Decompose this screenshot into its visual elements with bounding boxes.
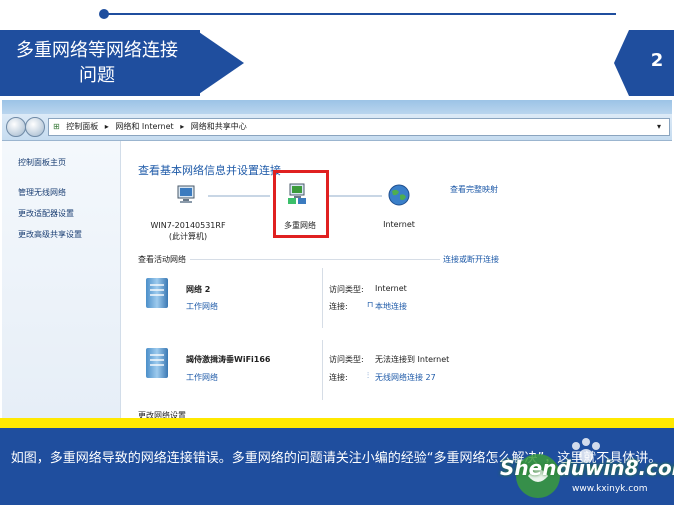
- connection-link[interactable]: 本地连接: [375, 301, 407, 312]
- ethernet-icon: ⊓: [367, 300, 374, 309]
- active-networks-heading: 查看活动网络: [138, 255, 186, 264]
- slide-title: 多重网络等网络连接问题: [16, 40, 178, 86]
- breadcrumb-control-panel[interactable]: 控制面板: [66, 122, 98, 131]
- connect-disconnect-link[interactable]: 连接或断开连接: [443, 254, 499, 265]
- multiple-networks-icon[interactable]: [286, 182, 310, 206]
- title-arrow: [196, 30, 244, 96]
- map-connector: [326, 195, 382, 197]
- map-connector: [208, 195, 270, 197]
- main-heading: 查看基本网络信息并设置连接: [138, 164, 281, 177]
- sidebar-item-home[interactable]: 控制面板主页: [18, 157, 66, 168]
- watermark-text: Shenduwin8.com: [500, 456, 674, 480]
- network-name: 謁侍激揖涛垂WiFi166: [186, 355, 271, 364]
- connection-label: 连接:: [329, 302, 348, 311]
- slide-number: 2: [650, 50, 664, 71]
- address-bar[interactable]: ⊞ 控制面板 ▸ 网络和 Internet ▸ 网络和共享中心 ▾: [48, 118, 670, 136]
- wireless-signal-icon: ⫶: [367, 371, 369, 380]
- chevron-down-icon[interactable]: ▾: [657, 119, 661, 135]
- network-server-icon: [146, 348, 168, 378]
- access-type-label: 访问类型:: [329, 285, 364, 294]
- access-type-value: Internet: [375, 284, 407, 293]
- computer-label: WIN7-20140531RF (此计算机): [150, 221, 226, 241]
- sidebar: 控制面板主页 管理无线网络 更改适配器设置 更改高级共享设置: [2, 141, 121, 418]
- access-type-value: 无法连接到 Internet: [375, 355, 450, 364]
- network-type-link[interactable]: 工作网络: [186, 372, 218, 383]
- globe-icon[interactable]: [387, 183, 411, 207]
- breadcrumb-sep-icon: ▸: [180, 122, 185, 131]
- section-divider: [190, 259, 440, 260]
- change-settings-heading: 更改网络设置: [138, 411, 186, 418]
- column-divider: [322, 340, 323, 400]
- network-name: 网络 2: [186, 285, 211, 294]
- window-titlebar: [2, 100, 672, 114]
- network-type-link[interactable]: 工作网络: [186, 301, 218, 312]
- breadcrumb-sep-icon: ▸: [104, 122, 109, 131]
- internet-label: Internet: [383, 220, 415, 229]
- sidebar-item-wireless[interactable]: 管理无线网络: [18, 187, 66, 198]
- column-divider: [322, 268, 323, 328]
- network-server-icon: [146, 278, 168, 308]
- back-button[interactable]: [6, 117, 26, 137]
- breadcrumb-network-internet[interactable]: 网络和 Internet: [115, 122, 173, 131]
- breadcrumb-network-center[interactable]: 网络和共享中心: [191, 122, 247, 131]
- header-dot: [99, 9, 109, 19]
- network-icon: ⊞: [53, 122, 60, 131]
- caption-accent-bar: [0, 418, 674, 428]
- sidebar-item-sharing[interactable]: 更改高级共享设置: [18, 229, 82, 240]
- multiple-networks-label: 多重网络: [284, 221, 316, 230]
- header-line: [100, 13, 616, 15]
- access-type-label: 访问类型:: [329, 355, 364, 364]
- watermark-url: www.kxinyk.com: [572, 484, 648, 494]
- connection-link[interactable]: 无线网络连接 27: [375, 372, 436, 383]
- sidebar-item-adapter[interactable]: 更改适配器设置: [18, 208, 74, 219]
- full-map-link[interactable]: 查看完整映射: [450, 184, 498, 195]
- computer-icon: [177, 185, 195, 203]
- connection-label: 连接:: [329, 373, 348, 382]
- forward-button[interactable]: [25, 117, 45, 137]
- network-sharing-window: ⊞ 控制面板 ▸ 网络和 Internet ▸ 网络和共享中心 ▾ 控制面板主页…: [2, 100, 672, 418]
